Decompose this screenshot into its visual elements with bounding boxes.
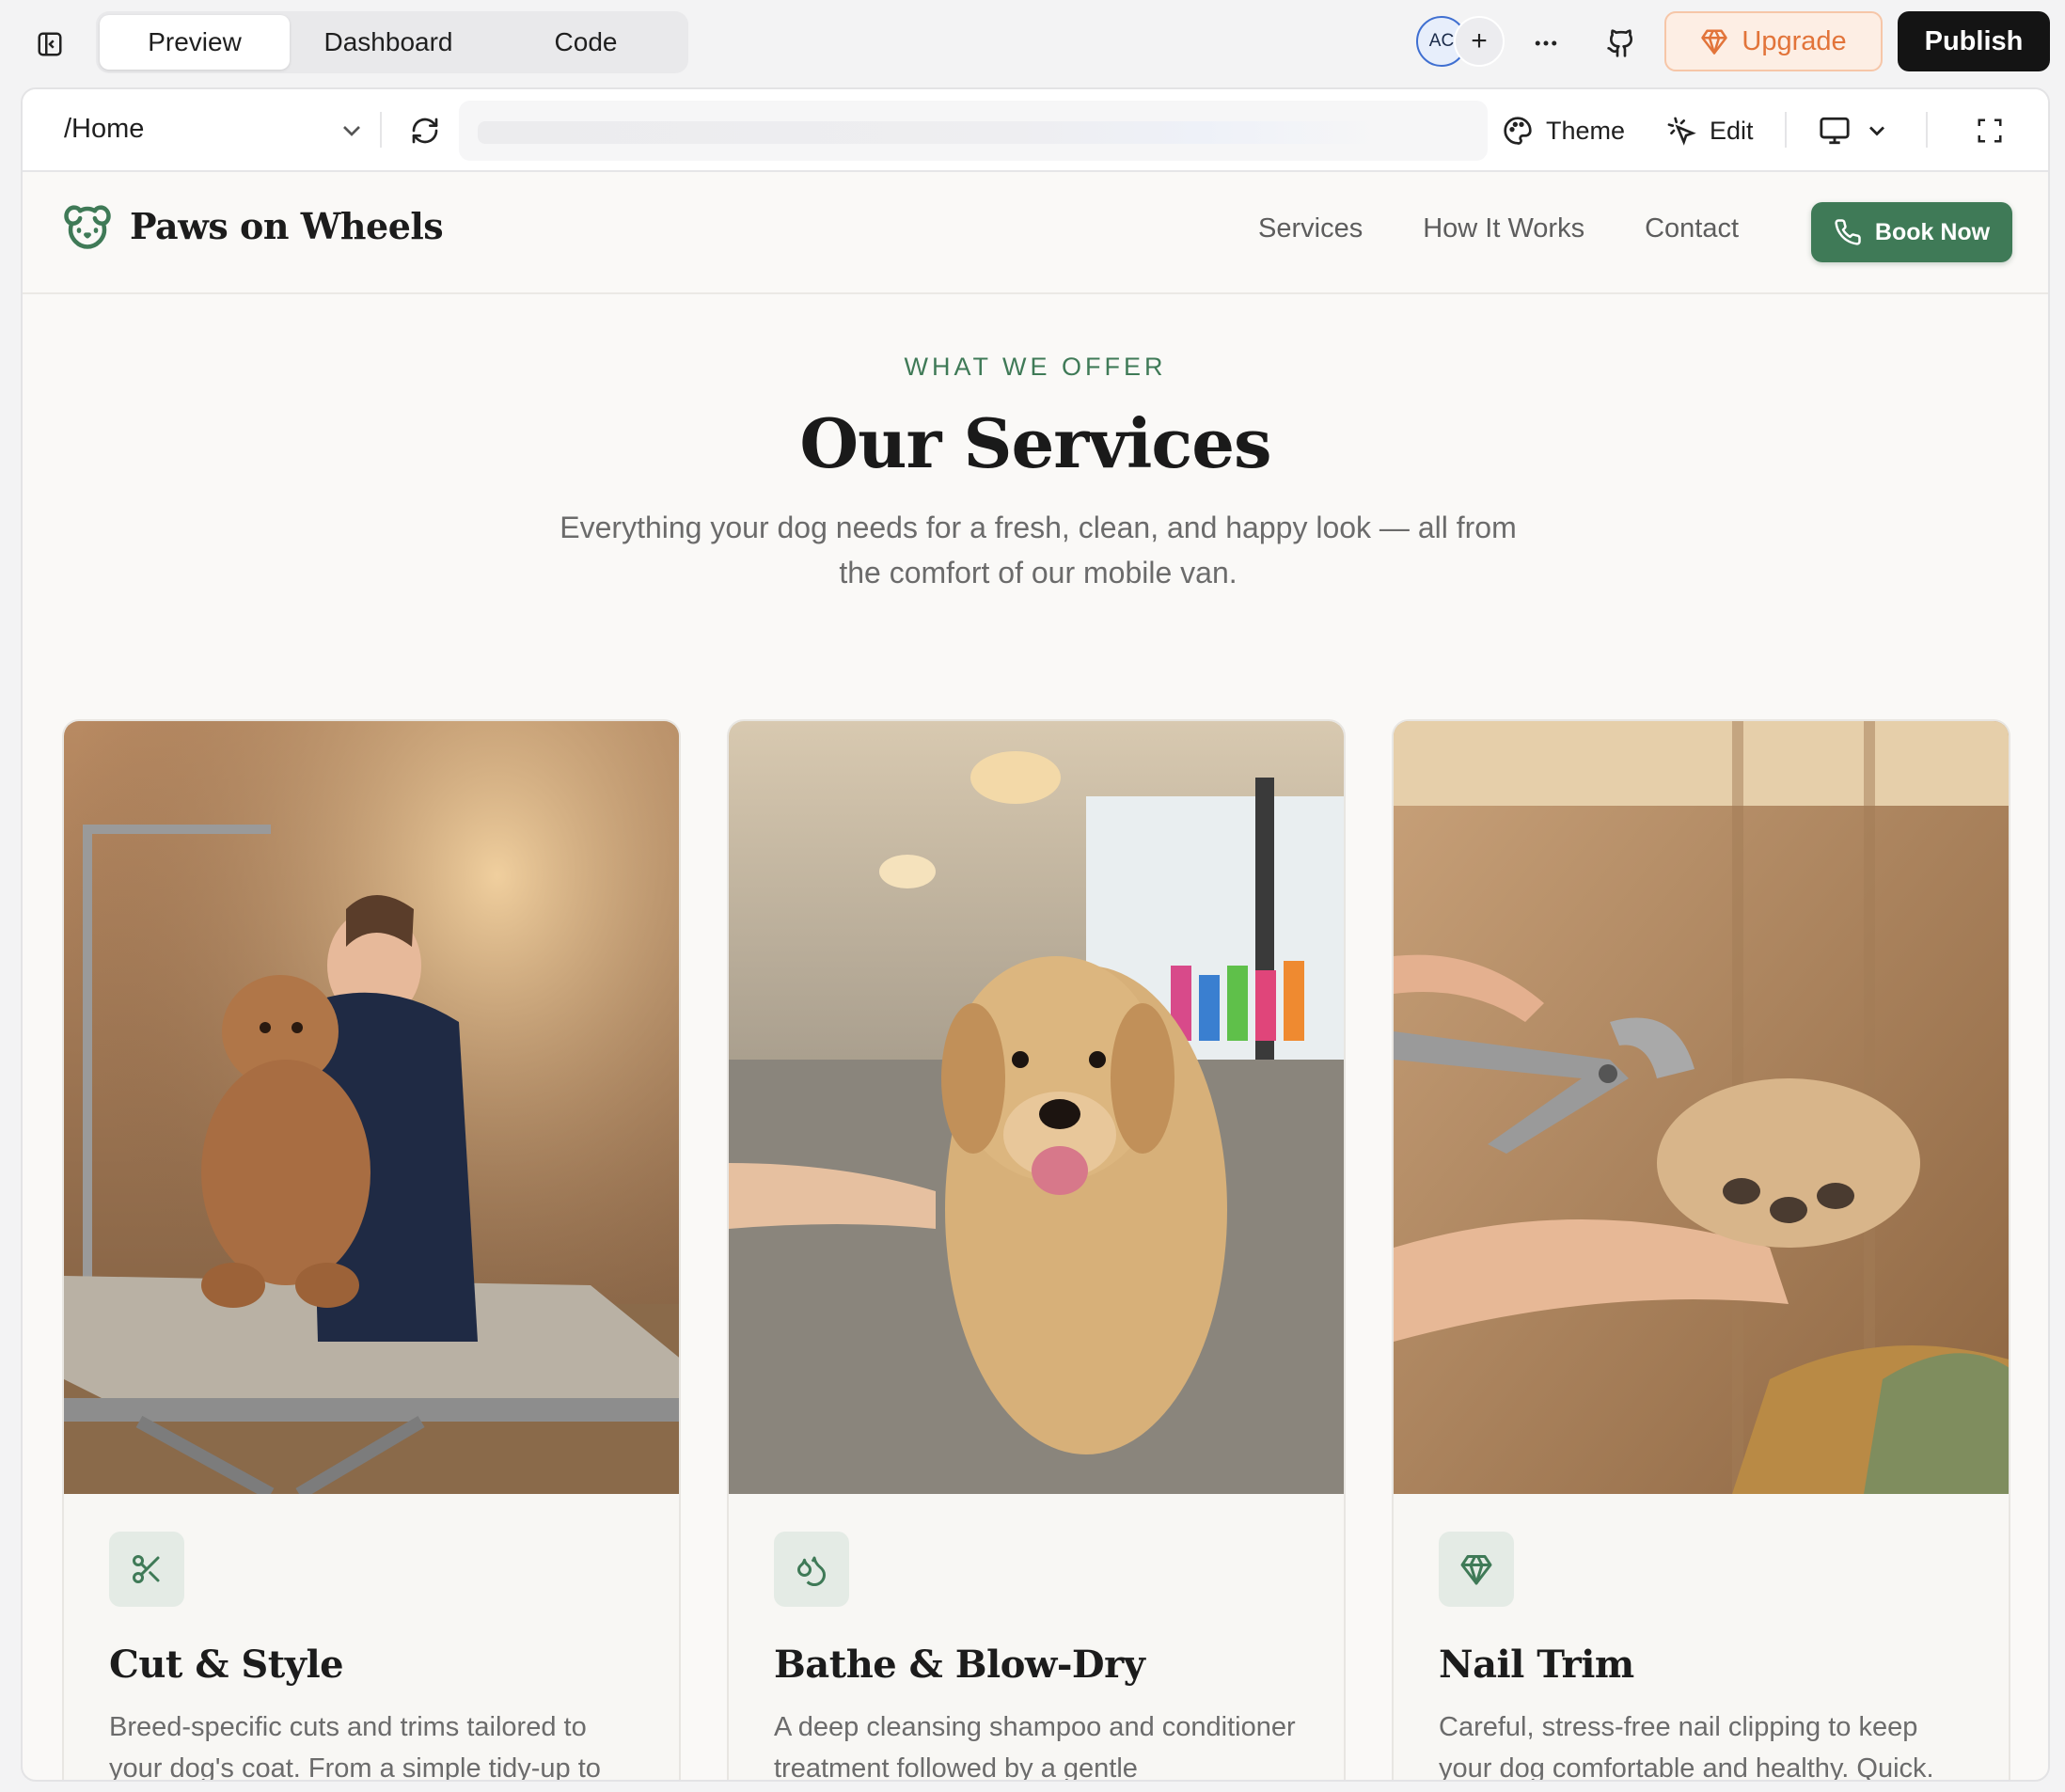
add-collaborator-button[interactable]: +	[1454, 16, 1505, 67]
sidebar-panel-icon	[38, 32, 62, 56]
service-card-bathe-blow-dry[interactable]: Bathe & Blow-Dry A deep cleansing shampo…	[727, 719, 1346, 1782]
site-logo[interactable]: Paws on Wheels	[62, 200, 444, 251]
preview-toolbar: /Home Theme Edit	[23, 89, 2048, 172]
site-header: Paws on Wheels Services How It Works Con…	[23, 172, 2048, 294]
more-options-button[interactable]	[1523, 21, 1568, 66]
nav-link-services[interactable]: Services	[1258, 213, 1363, 244]
droplets-icon	[797, 1556, 827, 1586]
card-description: Breed-specific cuts and trims tailored t…	[109, 1712, 601, 1782]
tab-dashboard[interactable]: Dashboard	[290, 15, 487, 70]
groomer-poodle-photo	[64, 721, 679, 1494]
tab-preview[interactable]: Preview	[100, 15, 290, 70]
refresh-button[interactable]	[404, 110, 446, 151]
card-icon-badge	[109, 1532, 184, 1607]
fullscreen-button[interactable]	[1967, 108, 2012, 153]
cursor-click-icon	[1667, 117, 1696, 146]
book-now-label: Book Now	[1874, 218, 1991, 245]
url-field[interactable]	[459, 101, 1488, 161]
fullscreen-icon	[1978, 118, 2002, 143]
section-heading: Our Services	[799, 403, 1271, 483]
nav-link-contact[interactable]: Contact	[1645, 213, 1739, 244]
preview-frame: /Home Theme Edit Paws on Wheels Services…	[21, 87, 2050, 1782]
device-selector[interactable]	[1819, 106, 1890, 155]
service-card-cut-style[interactable]: Cut & Style Breed-specific cuts and trim…	[62, 719, 681, 1782]
url-loading-placeholder	[478, 121, 1380, 144]
upgrade-button[interactable]: Upgrade	[1664, 11, 1883, 71]
book-now-button[interactable]: Book Now	[1811, 202, 2012, 262]
scissors-icon	[133, 1555, 160, 1583]
collaborators: AC +	[1416, 16, 1505, 69]
toolbar-divider	[380, 112, 382, 148]
dog-bath-photo	[729, 721, 1344, 1494]
refresh-icon	[412, 118, 438, 144]
card-icon-badge	[774, 1532, 849, 1607]
section-eyebrow: WHAT WE OFFER	[904, 353, 1167, 381]
edit-label: Edit	[1710, 116, 1754, 145]
github-button[interactable]	[1599, 21, 1644, 66]
sidebar-toggle-button[interactable]	[30, 24, 70, 64]
ellipsis-icon	[1535, 40, 1557, 46]
toolbar-divider	[1785, 112, 1787, 148]
tab-code[interactable]: Code	[487, 15, 685, 70]
app-top-bar: Preview Dashboard Code AC + Upgrade Publ…	[0, 0, 2065, 86]
view-tabs: Preview Dashboard Code	[96, 11, 688, 73]
section-subheading: Everything your dog needs for a fresh, c…	[560, 511, 1517, 589]
brand-name: Paws on Wheels	[130, 204, 444, 247]
edit-button[interactable]: Edit	[1666, 106, 1754, 155]
site-nav-links: Services How It Works Contact	[1258, 213, 1739, 244]
monitor-icon	[1820, 117, 1850, 145]
theme-label: Theme	[1546, 116, 1626, 145]
nav-link-how-it-works[interactable]: How It Works	[1423, 213, 1584, 244]
card-title: Nail Trim	[1439, 1643, 1634, 1687]
palette-icon	[1504, 117, 1532, 145]
nail-trim-photo	[1394, 721, 2009, 1494]
toolbar-divider	[1926, 112, 1928, 148]
gem-icon	[1460, 1555, 1492, 1585]
github-icon	[1607, 29, 1633, 57]
card-description: Careful, stress-free nail clipping to ke…	[1439, 1712, 1934, 1782]
card-title: Bathe & Blow-Dry	[774, 1643, 1145, 1687]
card-description: A deep cleansing shampoo and conditioner…	[774, 1712, 1296, 1782]
dog-icon	[64, 205, 111, 249]
route-selector[interactable]: /Home	[64, 114, 144, 145]
gem-icon	[1701, 29, 1728, 55]
chevron-down-icon	[1869, 126, 1884, 136]
card-title: Cut & Style	[109, 1643, 344, 1687]
upgrade-label: Upgrade	[1742, 25, 1847, 56]
theme-button[interactable]: Theme	[1503, 106, 1625, 155]
card-icon-badge	[1439, 1532, 1514, 1607]
chevron-down-icon[interactable]	[337, 116, 367, 146]
publish-button[interactable]: Publish	[1898, 11, 2050, 71]
service-card-nail-trim[interactable]: Nail Trim Careful, stress-free nail clip…	[1392, 719, 2010, 1782]
phone-icon	[1835, 219, 1861, 245]
